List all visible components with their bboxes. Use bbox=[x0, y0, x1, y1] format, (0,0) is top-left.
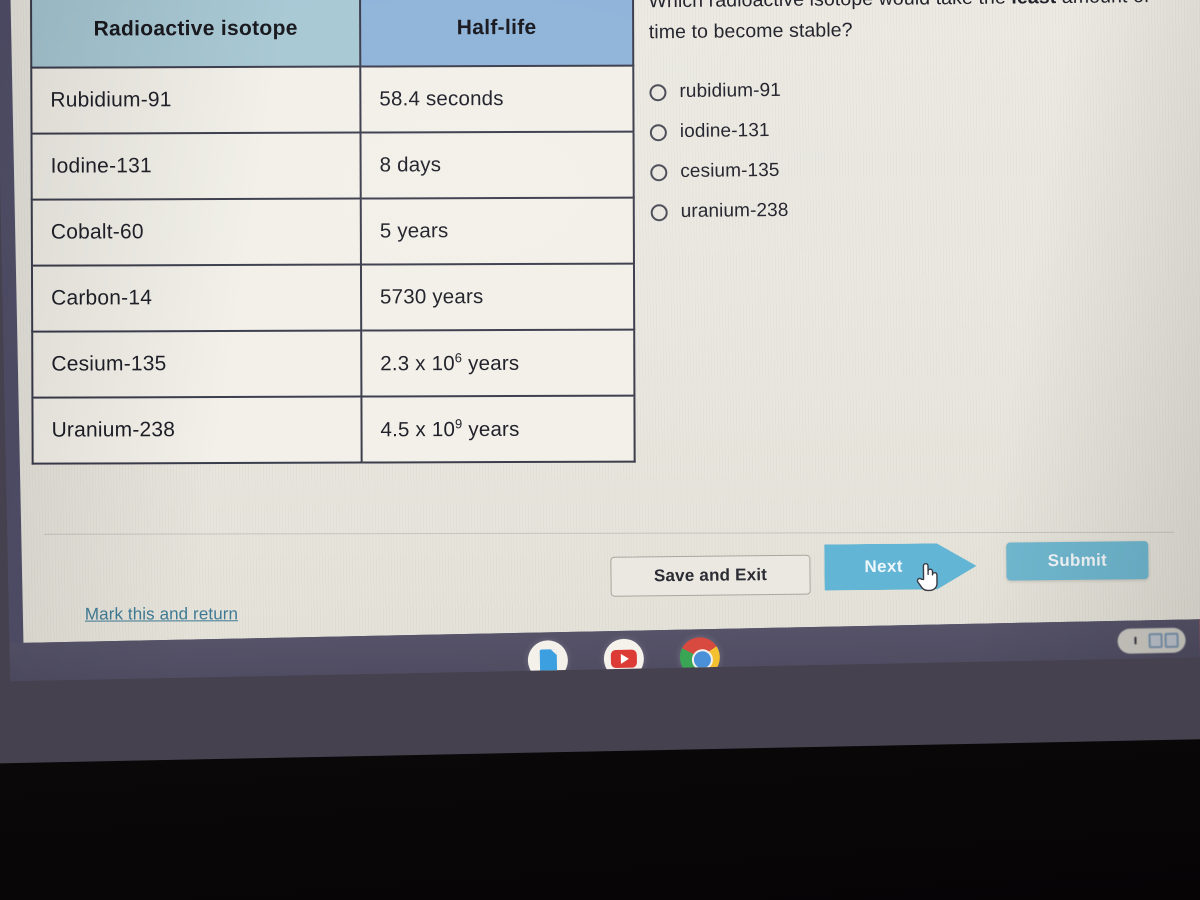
photo-scene: Radioactive isotope Half-life Rubidium-9… bbox=[0, 0, 1200, 900]
question-text-part1: Which radioactive isotope would take the bbox=[648, 0, 1011, 12]
column-header-isotope: Radioactive isotope bbox=[31, 0, 361, 68]
cell-halflife: 5730 years bbox=[360, 263, 635, 331]
table-row: Uranium-238 4.5 x 109 years bbox=[32, 395, 635, 464]
cell-halflife: 2.3 x 106 years bbox=[361, 329, 635, 397]
answer-choices: rubidium-91 iodine-131 cesium-135 uraniu… bbox=[649, 67, 1191, 233]
question-emphasis: least bbox=[1011, 0, 1056, 9]
next-button[interactable]: Next bbox=[824, 543, 976, 591]
question-block: Which radioactive isotope would take the… bbox=[648, 0, 1191, 232]
tray-clock-icon bbox=[1164, 632, 1179, 648]
save-and-exit-button[interactable]: Save and Exit bbox=[610, 554, 811, 597]
radio-icon[interactable] bbox=[649, 123, 667, 141]
table-row: Cesium-135 2.3 x 106 years bbox=[32, 329, 635, 398]
cell-isotope: Cobalt-60 bbox=[31, 198, 361, 266]
choice-label: rubidium-91 bbox=[679, 79, 781, 102]
table-row: Cobalt-60 5 years bbox=[31, 197, 634, 266]
cell-isotope: Iodine-131 bbox=[31, 132, 361, 200]
radio-icon[interactable] bbox=[650, 163, 668, 181]
cell-halflife: 4.5 x 109 years bbox=[361, 395, 635, 463]
radio-icon[interactable] bbox=[650, 203, 668, 221]
mark-this-and-return-link[interactable]: Mark this and return bbox=[85, 604, 238, 624]
choice-rubidium-91[interactable]: rubidium-91 bbox=[649, 67, 1189, 113]
docs-icon[interactable] bbox=[527, 639, 569, 681]
chrome-icon[interactable] bbox=[679, 636, 721, 678]
isotope-halflife-table: Radioactive isotope Half-life Rubidium-9… bbox=[30, 0, 636, 465]
browser-page: Radioactive isotope Half-life Rubidium-9… bbox=[10, 0, 1200, 643]
table-header-row: Radioactive isotope Half-life bbox=[31, 0, 634, 68]
halflife-unit: years bbox=[462, 351, 520, 376]
screen-bezel: Radioactive isotope Half-life Rubidium-9… bbox=[0, 0, 1200, 764]
table-row: Carbon-14 5730 years bbox=[31, 263, 635, 332]
tray-signal-icon: •••• bbox=[1131, 637, 1141, 645]
footer-divider bbox=[44, 531, 1175, 535]
choice-label: cesium-135 bbox=[680, 159, 780, 182]
table-body: Rubidium-91 58.4 seconds Iodine-131 8 da… bbox=[31, 65, 635, 464]
action-bar: Save and Exit Next Submit bbox=[606, 535, 1167, 601]
cell-halflife: 58.4 seconds bbox=[360, 65, 634, 133]
tray-battery-icon bbox=[1148, 632, 1163, 649]
halflife-mantissa: 2.3 x 10 bbox=[380, 352, 455, 376]
cell-isotope: Carbon-14 bbox=[31, 264, 362, 332]
table-row: Iodine-131 8 days bbox=[31, 131, 634, 200]
laptop-screen: Radioactive isotope Half-life Rubidium-9… bbox=[0, 0, 1200, 682]
choice-cesium-135[interactable]: cesium-135 bbox=[650, 147, 1190, 193]
halflife-exponent: 6 bbox=[454, 350, 463, 366]
choice-label: uranium-238 bbox=[680, 199, 789, 222]
column-header-halflife: Half-life bbox=[359, 0, 634, 67]
youtube-glyph bbox=[610, 649, 638, 669]
docs-glyph bbox=[539, 649, 557, 672]
submit-button[interactable]: Submit bbox=[1006, 541, 1149, 581]
youtube-icon[interactable] bbox=[603, 638, 645, 680]
table-row: Rubidium-91 58.4 seconds bbox=[31, 65, 634, 134]
choice-iodine-131[interactable]: iodine-131 bbox=[649, 107, 1190, 153]
question-text-part2: amount bbox=[1056, 0, 1128, 8]
choice-uranium-238[interactable]: uranium-238 bbox=[650, 187, 1190, 233]
assessment-content: Radioactive isotope Half-life Rubidium-9… bbox=[10, 0, 1200, 643]
system-tray[interactable]: •••• bbox=[1117, 627, 1186, 654]
radio-icon[interactable] bbox=[649, 83, 667, 101]
halflife-mantissa: 4.5 x 10 bbox=[380, 418, 456, 442]
halflife-exponent: 9 bbox=[454, 416, 463, 432]
choice-label: iodine-131 bbox=[679, 120, 770, 142]
halflife-unit: years bbox=[462, 417, 520, 442]
shelf-icon-group bbox=[527, 636, 721, 681]
cell-isotope: Cesium-135 bbox=[32, 330, 362, 398]
cell-halflife: 5 years bbox=[360, 197, 634, 265]
cell-isotope: Uranium-238 bbox=[32, 396, 362, 464]
cell-isotope: Rubidium-91 bbox=[31, 66, 361, 134]
cell-halflife: 8 days bbox=[360, 131, 634, 199]
question-text: Which radioactive isotope would take the… bbox=[648, 0, 1189, 48]
